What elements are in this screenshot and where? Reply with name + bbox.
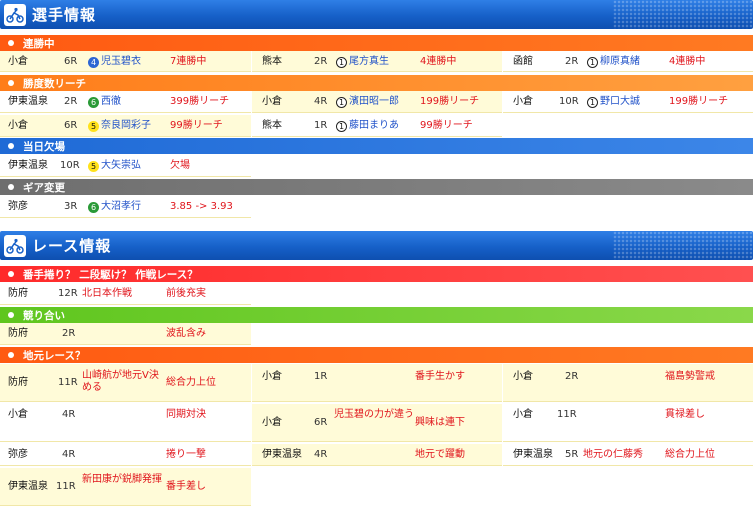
list-item[interactable]: 熊本 1R 1 藤田まりあ 99勝リーチ [252, 115, 502, 137]
banteori-bar: 番手捲り？ 二段駆け？ 作戦レース？ [0, 266, 753, 282]
cyclist-icon [4, 3, 26, 26]
list-item[interactable]: 熊本 2R 1 尾方真生 4連勝中 [252, 51, 502, 72]
list-item[interactable]: 伊東温泉 11R 新田康が鋭脚発揮 番手差し [0, 468, 251, 506]
list-item[interactable]: 小倉 11R 貫禄差し [503, 404, 753, 442]
jimoto-bar: 地元レース？ [0, 347, 753, 363]
list-item[interactable]: 小倉 6R 児玉碧の力が違う 興味は連下 [252, 404, 502, 442]
list-item[interactable]: 防府 2R 波乱含み [0, 323, 251, 345]
list-item[interactable]: 防府 11R 山崎航が地元V決める 総合力上位 [0, 364, 251, 402]
reach-bar: 勝度数リーチ [0, 75, 753, 91]
list-item[interactable]: 函館 2R 1 柳原真緒 4連勝中 [503, 51, 753, 72]
list-item[interactable]: 防府 12R 北日本作戦 前後充実 [0, 283, 251, 305]
list-item[interactable]: 小倉 10R 1 野口大誠 199勝リーチ [503, 91, 753, 113]
list-item[interactable]: 小倉 6R 5 奈良岡彩子 99勝リーチ [0, 115, 251, 137]
list-item[interactable]: 小倉 1R 番手生かす [252, 364, 502, 402]
race-header: レース情報 [0, 231, 753, 260]
kekka-bar: 当日欠場 [0, 138, 753, 154]
list-item[interactable]: 小倉 4R 1 濱田昭一郎 199勝リーチ [252, 91, 502, 113]
list-item[interactable]: 小倉 6R 4 児玉碧衣 7連勝中 [0, 51, 251, 72]
senshu-title: 選手情報 [32, 6, 97, 24]
gear-bar: ギア変更 [0, 179, 753, 195]
renshou-bar: 連勝中 [0, 35, 753, 51]
list-item[interactable]: 弥彦 4R 捲り一撃 [0, 444, 251, 466]
list-item[interactable]: 伊東温泉 10R 5 大矢崇弘 欠場 [0, 155, 251, 177]
cyclist-icon [4, 234, 26, 257]
seriai-bar: 競り合い [0, 307, 753, 323]
list-item[interactable]: 小倉 4R 同期対決 [0, 404, 251, 442]
list-item[interactable]: 伊東温泉 4R 地元で躍動 [252, 444, 502, 466]
list-item[interactable]: 小倉 2R 福島勢警戒 [503, 364, 753, 402]
race-title: レース情報 [32, 237, 112, 255]
senshu-header: 選手情報 [0, 0, 753, 29]
list-item[interactable]: 伊東温泉 5R 地元の仁藤秀 総合力上位 [503, 444, 753, 466]
list-item[interactable]: 伊東温泉 2R 6 西徹 399勝リーチ [0, 91, 251, 113]
list-item[interactable]: 弥彦 3R 6 大沼孝行 3.85 -> 3.93 [0, 196, 251, 218]
